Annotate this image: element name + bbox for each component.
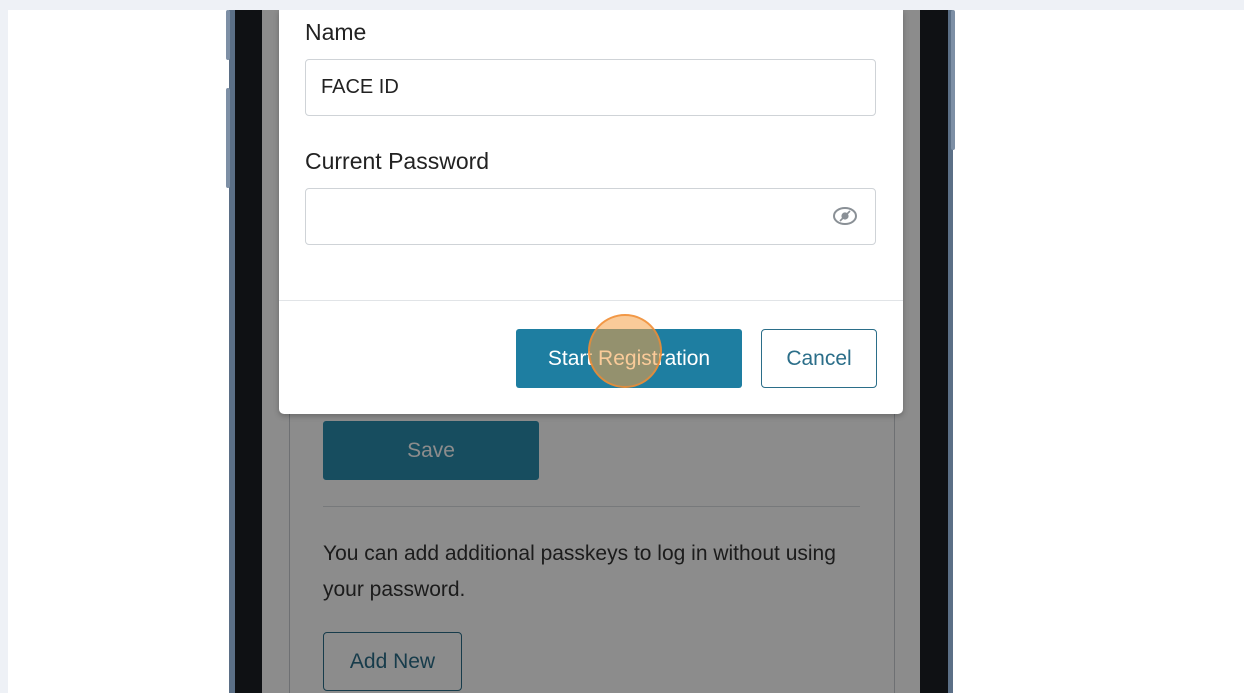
phone-screen: Save You can add additional passkeys to … [262, 10, 920, 693]
cancel-button[interactable]: Cancel [761, 329, 877, 388]
phone-volume-button [226, 88, 230, 188]
phone-power-button [951, 10, 955, 150]
name-label: Name [305, 19, 367, 45]
top-background-strip [0, 0, 1244, 10]
eye-icon[interactable] [831, 203, 859, 229]
modal-footer-divider [279, 300, 903, 301]
name-input[interactable]: FACE ID [305, 59, 876, 116]
click-indicator [588, 314, 662, 388]
passkey-registration-modal: Name FACE ID Current Password Start Regi… [279, 10, 903, 414]
left-background-strip [0, 0, 8, 693]
current-password-label: Current Password [305, 148, 490, 174]
name-input-value: FACE ID [321, 76, 399, 98]
current-password-input[interactable] [305, 188, 876, 245]
phone-button-top [226, 10, 230, 60]
